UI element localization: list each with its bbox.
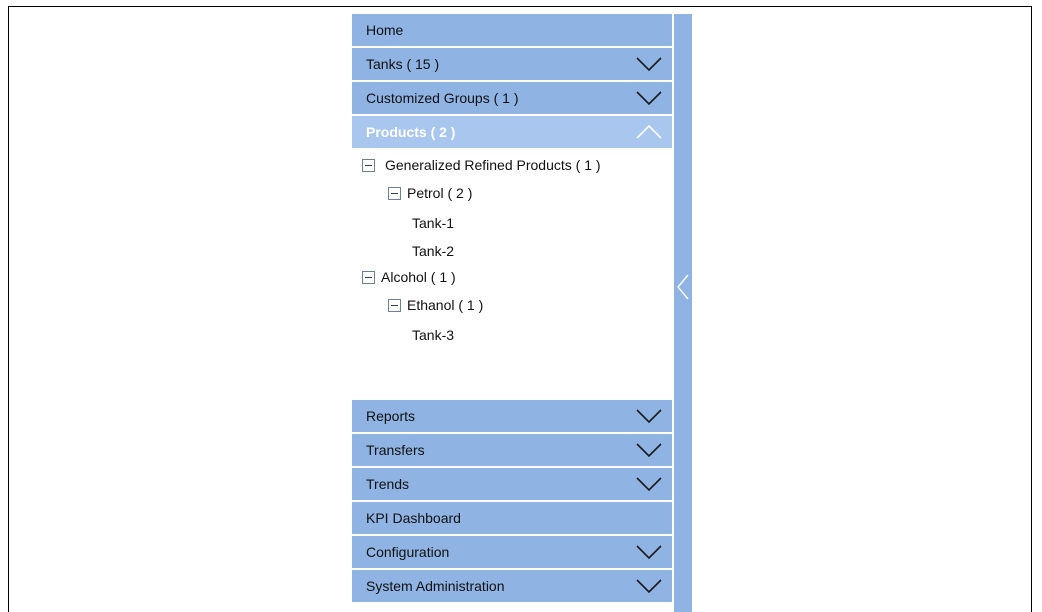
nav-item-configuration[interactable]: Configuration bbox=[352, 536, 672, 568]
nav-item-products[interactable]: Products ( 2 ) bbox=[352, 116, 672, 148]
chevron-down-icon[interactable] bbox=[636, 476, 662, 492]
tree-leaf-label: Tank-2 bbox=[412, 243, 455, 259]
nav-item-label: KPI Dashboard bbox=[366, 510, 461, 526]
nav-item-customized-groups[interactable]: Customized Groups ( 1 ) bbox=[352, 82, 672, 114]
nav-item-label: Home bbox=[366, 22, 404, 38]
products-tree: Generalized Refined Products ( 1 ) Petro… bbox=[352, 150, 672, 398]
collapse-icon[interactable] bbox=[388, 186, 401, 200]
tree-leaf-label: Tank-3 bbox=[412, 327, 455, 343]
sidebar-nav: Home Tanks ( 15 ) Customized Groups ( 1 … bbox=[352, 14, 672, 612]
tree-leaf-label: Tank-1 bbox=[412, 215, 455, 231]
chevron-down-icon[interactable] bbox=[636, 442, 662, 458]
nav-item-system-administration[interactable]: System Administration bbox=[352, 570, 672, 602]
nav-item-label: Configuration bbox=[366, 544, 450, 560]
tree-node-label: Generalized Refined Products ( 1 ) bbox=[385, 157, 601, 173]
nav-item-label: Transfers bbox=[366, 442, 425, 458]
tree-leaf-tank-3[interactable]: Tank-3 bbox=[412, 324, 454, 346]
tree-node-generalized-refined-products[interactable]: Generalized Refined Products ( 1 ) bbox=[362, 154, 601, 176]
collapse-icon[interactable] bbox=[362, 270, 375, 284]
chevron-down-icon[interactable] bbox=[636, 408, 662, 424]
collapse-icon[interactable] bbox=[388, 298, 401, 312]
nav-item-label: System Administration bbox=[366, 578, 505, 594]
tree-node-ethanol[interactable]: Ethanol ( 1 ) bbox=[388, 294, 483, 316]
chevron-down-icon[interactable] bbox=[636, 90, 662, 106]
tree-node-label: Petrol ( 2 ) bbox=[407, 185, 473, 201]
nav-item-label: Trends bbox=[366, 476, 410, 492]
nav-item-label: Customized Groups ( 1 ) bbox=[366, 90, 519, 106]
nav-item-label: Tanks ( 15 ) bbox=[366, 56, 440, 72]
chevron-down-icon[interactable] bbox=[636, 578, 662, 594]
collapse-icon[interactable] bbox=[362, 158, 375, 172]
nav-item-tanks[interactable]: Tanks ( 15 ) bbox=[352, 48, 672, 80]
nav-item-kpi-dashboard[interactable]: KPI Dashboard bbox=[352, 502, 672, 534]
tree-leaf-tank-1[interactable]: Tank-1 bbox=[412, 212, 454, 234]
chevron-down-icon[interactable] bbox=[636, 56, 662, 72]
tree-node-alcohol[interactable]: Alcohol ( 1 ) bbox=[362, 266, 456, 288]
sidebar-collapse-bar[interactable] bbox=[674, 14, 692, 612]
chevron-up-icon[interactable] bbox=[636, 124, 662, 140]
nav-item-transfers[interactable]: Transfers bbox=[352, 434, 672, 466]
tree-node-petrol[interactable]: Petrol ( 2 ) bbox=[388, 182, 472, 204]
nav-item-reports[interactable]: Reports bbox=[352, 400, 672, 432]
chevron-left-icon[interactable] bbox=[677, 274, 689, 300]
nav-item-label: Reports bbox=[366, 408, 416, 424]
nav-item-trends[interactable]: Trends bbox=[352, 468, 672, 500]
nav-item-home[interactable]: Home bbox=[352, 14, 672, 46]
nav-item-label: Products ( 2 ) bbox=[366, 124, 456, 140]
chevron-down-icon[interactable] bbox=[636, 544, 662, 560]
tree-node-label: Alcohol ( 1 ) bbox=[381, 269, 456, 285]
tree-node-label: Ethanol ( 1 ) bbox=[407, 297, 484, 313]
tree-leaf-tank-2[interactable]: Tank-2 bbox=[412, 240, 454, 262]
